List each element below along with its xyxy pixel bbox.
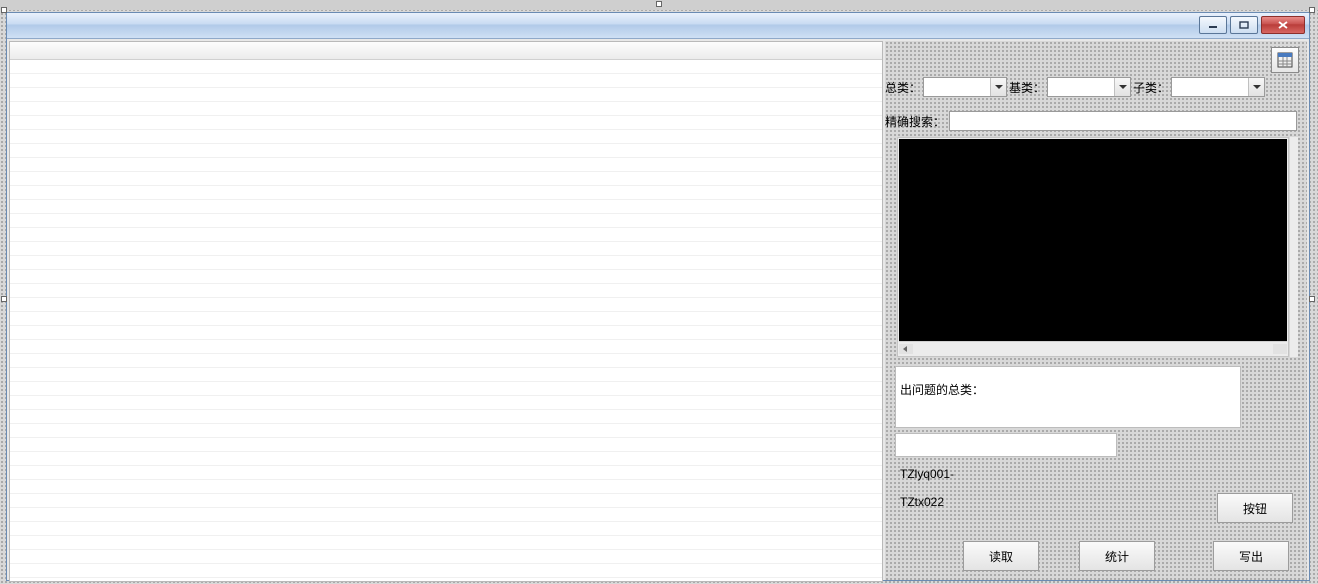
close-icon (1277, 21, 1289, 29)
list-row[interactable] (10, 214, 882, 228)
preview-content (899, 139, 1287, 341)
chevron-down-icon (1114, 78, 1130, 96)
horizontal-scrollbar[interactable] (899, 341, 1287, 355)
list-row[interactable] (10, 298, 882, 312)
main-window: 总类： 基类： 子类： 精确搜索： 出问题的总类： (6, 12, 1310, 581)
minimize-icon (1208, 21, 1218, 29)
search-input[interactable] (949, 111, 1297, 131)
list-row[interactable] (10, 158, 882, 172)
search-label: 精确搜索： (885, 113, 945, 130)
titlebar[interactable] (7, 13, 1309, 39)
list-row[interactable] (10, 354, 882, 368)
list-row[interactable] (10, 410, 882, 424)
list-row[interactable] (10, 340, 882, 354)
search-row: 精确搜索： (885, 111, 1297, 131)
right-panel: 总类： 基类： 子类： 精确搜索： 出问题的总类： (885, 41, 1307, 580)
designer-surface: 总类： 基类： 子类： 精确搜索： 出问题的总类： (0, 0, 1318, 584)
main-category-combo[interactable] (923, 77, 1007, 97)
list-row[interactable] (10, 102, 882, 116)
problems-textbox[interactable]: 出问题的总类： TZwy002- TZlyq001- TZtx022 (895, 366, 1241, 428)
list-row[interactable] (10, 74, 882, 88)
list-row[interactable] (10, 312, 882, 326)
list-row[interactable] (10, 564, 882, 578)
chevron-down-icon (1248, 78, 1264, 96)
list-row[interactable] (10, 508, 882, 522)
list-row[interactable] (10, 60, 882, 74)
list-row[interactable] (10, 424, 882, 438)
base-category-combo[interactable] (1047, 77, 1131, 97)
list-row[interactable] (10, 396, 882, 410)
minimize-button[interactable] (1199, 16, 1227, 34)
stats-button[interactable]: 统计 (1079, 541, 1155, 571)
list-row[interactable] (10, 256, 882, 270)
list-row[interactable] (10, 200, 882, 214)
listview-header[interactable] (10, 42, 882, 60)
left-listview[interactable] (9, 41, 883, 582)
close-button[interactable] (1261, 16, 1305, 34)
list-row[interactable] (10, 494, 882, 508)
grid-icon (1277, 52, 1293, 68)
list-row[interactable] (10, 522, 882, 536)
list-row[interactable] (10, 144, 882, 158)
list-row[interactable] (10, 550, 882, 564)
write-button[interactable]: 写出 (1213, 541, 1289, 571)
preview-panel[interactable] (897, 137, 1289, 357)
problems-label: 出问题的总类： (900, 383, 1236, 397)
list-row[interactable] (10, 326, 882, 340)
sub-category-combo[interactable] (1171, 77, 1265, 97)
read-button[interactable]: 读取 (963, 541, 1039, 571)
toolbar-icon-button[interactable] (1271, 47, 1299, 73)
list-row[interactable] (10, 88, 882, 102)
list-row[interactable] (10, 466, 882, 480)
list-row[interactable] (10, 172, 882, 186)
list-row[interactable] (10, 284, 882, 298)
base-category-label: 基类： (1009, 79, 1045, 96)
list-row[interactable] (10, 130, 882, 144)
vertical-scrollbar[interactable] (1290, 137, 1298, 357)
maximize-button[interactable] (1230, 16, 1258, 34)
window-content: 总类： 基类： 子类： 精确搜索： 出问题的总类： (7, 39, 1309, 580)
list-row[interactable] (10, 186, 882, 200)
small-textbox[interactable] (895, 433, 1117, 457)
list-row[interactable] (10, 452, 882, 466)
list-row[interactable] (10, 480, 882, 494)
list-row[interactable] (10, 228, 882, 242)
problem-item: TZlyq001- (900, 467, 1236, 481)
sub-category-label: 子类： (1133, 79, 1169, 96)
list-row[interactable] (10, 438, 882, 452)
list-row[interactable] (10, 270, 882, 284)
filter-row: 总类： 基类： 子类： (885, 77, 1297, 97)
list-row[interactable] (10, 382, 882, 396)
list-row[interactable] (10, 242, 882, 256)
problem-item: TZtx022 (900, 495, 1236, 509)
main-category-label: 总类： (885, 79, 921, 96)
list-row[interactable] (10, 368, 882, 382)
maximize-icon (1239, 21, 1249, 29)
designer-ruler (0, 0, 1318, 10)
listview-body[interactable] (10, 60, 882, 581)
list-row[interactable] (10, 116, 882, 130)
extra-button[interactable]: 按钮 (1217, 493, 1293, 523)
resize-handle-top[interactable] (656, 1, 662, 7)
list-row[interactable] (10, 536, 882, 550)
chevron-down-icon (990, 78, 1006, 96)
